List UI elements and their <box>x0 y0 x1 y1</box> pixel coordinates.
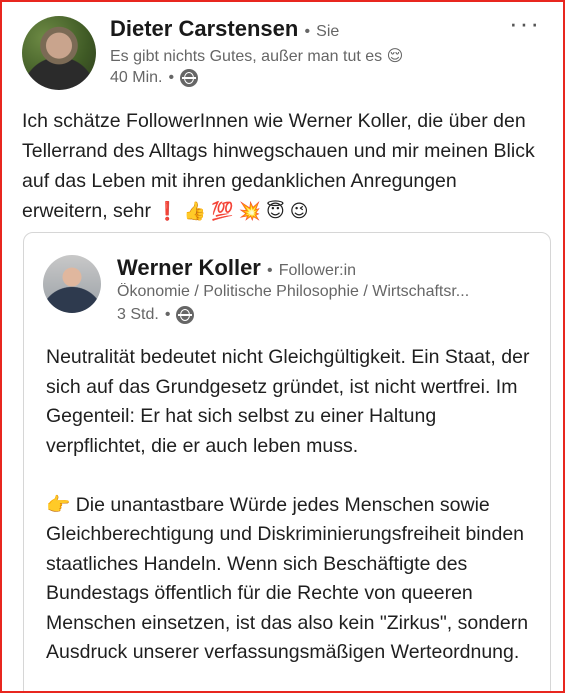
tagline-text: Es gibt nichts Gutes, außer man tut es <box>110 48 383 65</box>
quoted-post-time[interactable]: 3 Std. <box>117 306 159 324</box>
quoted-author-avatar[interactable] <box>43 255 101 313</box>
post-time[interactable]: 40 Min. <box>110 69 162 87</box>
post-frame: Dieter Carstensen • Sie Es gibt nichts G… <box>0 0 565 693</box>
pointing-hand-emoji: 👉 <box>46 493 71 516</box>
quoted-author-name[interactable]: Werner Koller <box>117 255 261 280</box>
quoted-author-line: Werner Koller • Follower:in <box>117 255 356 281</box>
author-relation: Sie <box>316 23 340 40</box>
more-icon[interactable]: ··· <box>509 8 541 39</box>
quoted-paragraph-2: 👉 Die unantastbare Würde jedes Menschen … <box>46 491 541 668</box>
globe-icon[interactable] <box>180 69 199 87</box>
post-emojis: ❗ 👍 💯 💥 😇 😉 <box>156 201 309 221</box>
quoted-author-tagline: Ökonomie / Politische Philosophie / Wirt… <box>117 283 470 300</box>
separator-dot: • <box>164 306 171 323</box>
quoted-post-body: Neutralität bedeutet nicht Gleichgültigk… <box>46 343 541 691</box>
quoted-post-card[interactable]: Werner Koller • Follower:in Ökonomie / P… <box>23 232 551 691</box>
tagline-emoji: 😌 <box>386 48 404 65</box>
globe-icon[interactable] <box>176 306 195 324</box>
post-author-line: Dieter Carstensen • Sie <box>110 16 339 42</box>
separator-dot: • <box>266 262 273 279</box>
post-body: Ich schätze FollowerInnen wie Werner Kol… <box>22 106 542 226</box>
separator-dot: • <box>304 23 311 40</box>
author-name[interactable]: Dieter Carstensen <box>110 16 298 41</box>
quoted-paragraph-1: Neutralität bedeutet nicht Gleichgültigk… <box>46 346 530 457</box>
author-tagline: Es gibt nichts Gutes, außer man tut es 😌 <box>110 46 403 66</box>
quoted-author-relation: Follower:in <box>278 262 357 279</box>
post-meta: 40 Min. • <box>110 69 199 87</box>
quoted-paragraph-2-text: Die unantastbare Würde jedes Menschen so… <box>46 493 529 664</box>
quoted-post-meta: 3 Std. • <box>117 306 195 324</box>
separator-dot: • <box>168 69 175 86</box>
author-avatar[interactable] <box>22 16 96 90</box>
